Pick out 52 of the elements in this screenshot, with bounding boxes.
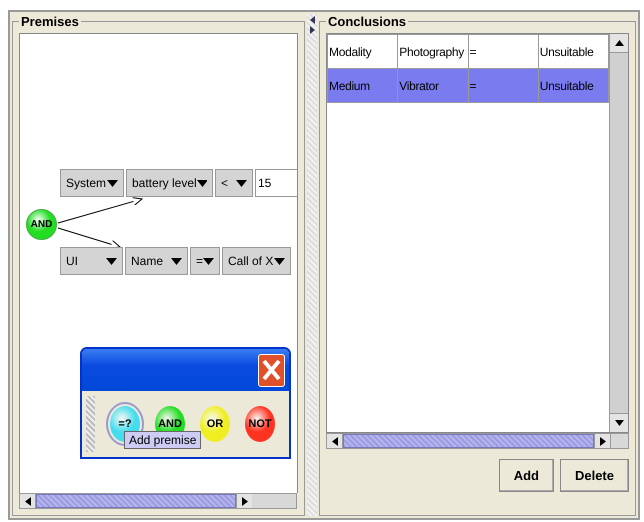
and-node[interactable]: AND	[26, 209, 57, 240]
caret-icon	[107, 180, 118, 186]
right-arrow-icon	[242, 496, 248, 506]
caret-icon	[106, 258, 117, 264]
up-arrow-icon	[614, 40, 624, 46]
scrollbar-corner	[611, 433, 629, 449]
panel-title: Premises	[20, 14, 80, 29]
toolbar-grip[interactable]	[86, 396, 95, 452]
value-field[interactable]: 15	[255, 169, 297, 197]
caret-icon	[274, 258, 285, 264]
table-cell[interactable]: Modality	[328, 34, 398, 68]
scrollbar-thumb[interactable]	[36, 494, 236, 508]
dropdown[interactable]: battery level	[126, 169, 213, 197]
close-icon	[262, 359, 281, 381]
dropdown[interactable]: Call of X	[222, 247, 291, 275]
action-button[interactable]: Delete	[560, 459, 629, 492]
scroll-down-button[interactable]	[610, 413, 628, 432]
dropdown[interactable]: System	[60, 169, 124, 197]
left-arrow-icon	[24, 496, 30, 506]
scroll-right-button[interactable]	[236, 494, 252, 508]
horizontal-scrollbar[interactable]	[326, 433, 611, 449]
table-cell[interactable]: =	[468, 68, 538, 102]
caret-icon	[203, 258, 214, 264]
left-arrow-icon[interactable]	[310, 16, 314, 24]
connector-arrow	[58, 228, 120, 249]
dropdown[interactable]: =	[190, 247, 220, 275]
scroll-right-button[interactable]	[594, 434, 610, 448]
close-button[interactable]	[258, 354, 285, 386]
table-cell[interactable]: Unsuitable	[538, 68, 608, 102]
horizontal-scrollbar[interactable]	[19, 493, 297, 509]
scroll-up-button[interactable]	[610, 34, 628, 53]
dropdown[interactable]: UI	[60, 247, 123, 275]
scroll-left-button[interactable]	[327, 434, 343, 448]
operator-button[interactable]: NOT	[245, 406, 275, 442]
left-arrow-icon	[332, 436, 338, 446]
dropdown[interactable]: <	[215, 169, 253, 197]
tooltip: Add premise	[124, 431, 202, 449]
table-cell[interactable]: Medium	[328, 68, 398, 102]
operator-button[interactable]: OR	[200, 406, 230, 442]
caret-icon	[196, 180, 207, 186]
right-arrow-icon	[600, 436, 606, 446]
right-arrow-icon[interactable]	[310, 26, 314, 34]
scroll-left-button[interactable]	[20, 494, 36, 508]
caret-icon	[236, 180, 247, 186]
scrollbar-thumb[interactable]	[343, 434, 594, 448]
panel-title: Conclusions	[327, 14, 408, 29]
vertical-scrollbar[interactable]	[609, 34, 628, 432]
table-cell[interactable]: Vibrator	[398, 68, 468, 102]
caret-icon	[171, 258, 182, 264]
down-arrow-icon	[614, 420, 624, 426]
dropdown[interactable]: Name	[125, 247, 188, 275]
action-button[interactable]: Add	[498, 459, 554, 492]
